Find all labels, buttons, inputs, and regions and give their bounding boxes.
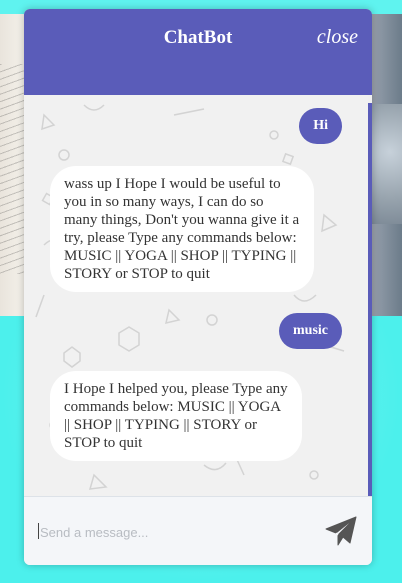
bot-message: I Hope I helped you, please Type any com…: [50, 371, 302, 461]
message-input[interactable]: [38, 522, 322, 542]
paper-plane-icon[interactable]: [324, 515, 358, 547]
text-cursor: [38, 523, 39, 539]
scrollbar[interactable]: [368, 103, 372, 497]
user-message: Hi: [299, 108, 342, 144]
bot-message: wass up I Hope I would be useful to you …: [50, 166, 314, 292]
message-input-bar: [24, 496, 372, 565]
chat-header: ChatBot close: [24, 9, 372, 95]
close-button[interactable]: close: [317, 26, 358, 49]
user-message: music: [279, 313, 342, 349]
chat-window: ChatBot close Hi wass up I Hope I would …: [24, 9, 372, 565]
message-list[interactable]: Hi wass up I Hope I would be useful to y…: [24, 95, 368, 497]
